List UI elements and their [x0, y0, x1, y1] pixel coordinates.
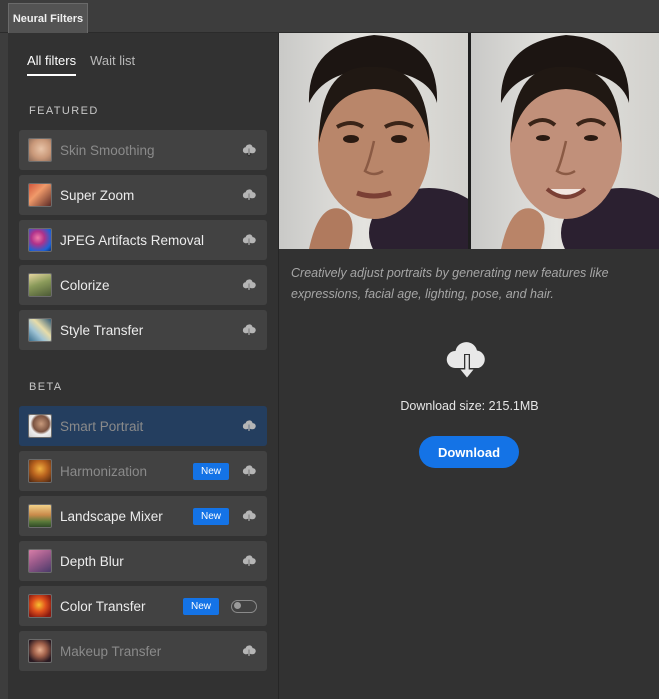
filter-label: Skin Smoothing [60, 142, 155, 158]
cloud-download-icon[interactable] [241, 187, 257, 203]
after-portrait-image [471, 33, 659, 249]
filter-label: Landscape Mixer [60, 508, 163, 524]
cloud-download-icon[interactable] [241, 508, 257, 524]
before-portrait-image [279, 33, 468, 249]
filter-skin-smoothing[interactable]: Skin Smoothing [19, 130, 267, 170]
style-transfer-thumb [28, 318, 52, 342]
cloud-download-icon[interactable] [241, 463, 257, 479]
cloud-download-icon[interactable] [241, 643, 257, 659]
smart-portrait-thumb [28, 414, 52, 438]
cloud-download-icon[interactable] [241, 322, 257, 338]
neural-filters-window: Neural Filters All filters Wait list FEA… [0, 0, 659, 699]
download-size-label: Download size: 215.1MB [400, 399, 539, 413]
filter-style-transfer[interactable]: Style Transfer [19, 310, 267, 350]
filter-label: Smart Portrait [60, 418, 144, 434]
filter-label: Harmonization [60, 463, 148, 479]
beta-section-label: BETA [29, 381, 63, 393]
depth-blur-thumb [28, 549, 52, 573]
colorize-thumb [28, 273, 52, 297]
filter-detail-panel: Creatively adjust portraits by generatin… [278, 33, 659, 699]
filter-smart-portrait[interactable]: Smart Portrait [19, 406, 267, 446]
filter-label: Color Transfer [60, 598, 146, 614]
new-badge: New [183, 597, 219, 615]
filter-makeup-transfer[interactable]: Makeup Transfer [19, 631, 267, 671]
jpeg-artifacts-thumb [28, 228, 52, 252]
panel-edge [0, 33, 8, 699]
new-badge: New [193, 462, 229, 480]
filter-color-transfer[interactable]: Color Transfer New [19, 586, 267, 626]
filter-colorize[interactable]: Colorize [19, 265, 267, 305]
filter-harmonization[interactable]: Harmonization New [19, 451, 267, 491]
cloud-download-icon[interactable] [241, 418, 257, 434]
filter-label: Colorize [60, 277, 110, 293]
skin-smoothing-thumb [28, 138, 52, 162]
filter-label: Makeup Transfer [60, 643, 162, 659]
tab-strip: Neural Filters [0, 0, 659, 33]
cloud-download-icon[interactable] [241, 553, 257, 569]
super-zoom-thumb [28, 183, 52, 207]
filter-depth-blur[interactable]: Depth Blur [19, 541, 267, 581]
landscape-mixer-thumb [28, 504, 52, 528]
color-transfer-toggle[interactable] [231, 599, 257, 613]
before-after-preview [279, 33, 659, 249]
filter-description: Creatively adjust portraits by generatin… [291, 266, 609, 301]
download-button[interactable]: Download [419, 436, 519, 468]
filter-label: JPEG Artifacts Removal [60, 232, 205, 248]
cloud-download-icon[interactable] [241, 232, 257, 248]
color-transfer-thumb [28, 594, 52, 618]
new-badge: New [193, 507, 229, 525]
cloud-download-icon[interactable] [241, 142, 257, 158]
filter-subtabs: All filters Wait list [27, 53, 135, 76]
filter-label: Style Transfer [60, 322, 144, 338]
filter-jpeg-artifacts-removal[interactable]: JPEG Artifacts Removal [19, 220, 267, 260]
filter-super-zoom[interactable]: Super Zoom [19, 175, 267, 215]
tab-neural-filters[interactable]: Neural Filters [8, 3, 88, 33]
tab-wait-list[interactable]: Wait list [90, 53, 135, 76]
filter-label: Depth Blur [60, 553, 124, 569]
filter-label: Super Zoom [60, 187, 135, 203]
tab-all-filters[interactable]: All filters [27, 53, 77, 76]
harmonization-thumb [28, 459, 52, 483]
filter-landscape-mixer[interactable]: Landscape Mixer New [19, 496, 267, 536]
filters-sidebar: All filters Wait list FEATURED Skin Smoo… [8, 33, 278, 699]
featured-section-label: FEATURED [29, 105, 99, 117]
makeup-transfer-thumb [28, 639, 52, 663]
cloud-download-icon [446, 342, 485, 380]
cloud-download-icon[interactable] [241, 277, 257, 293]
